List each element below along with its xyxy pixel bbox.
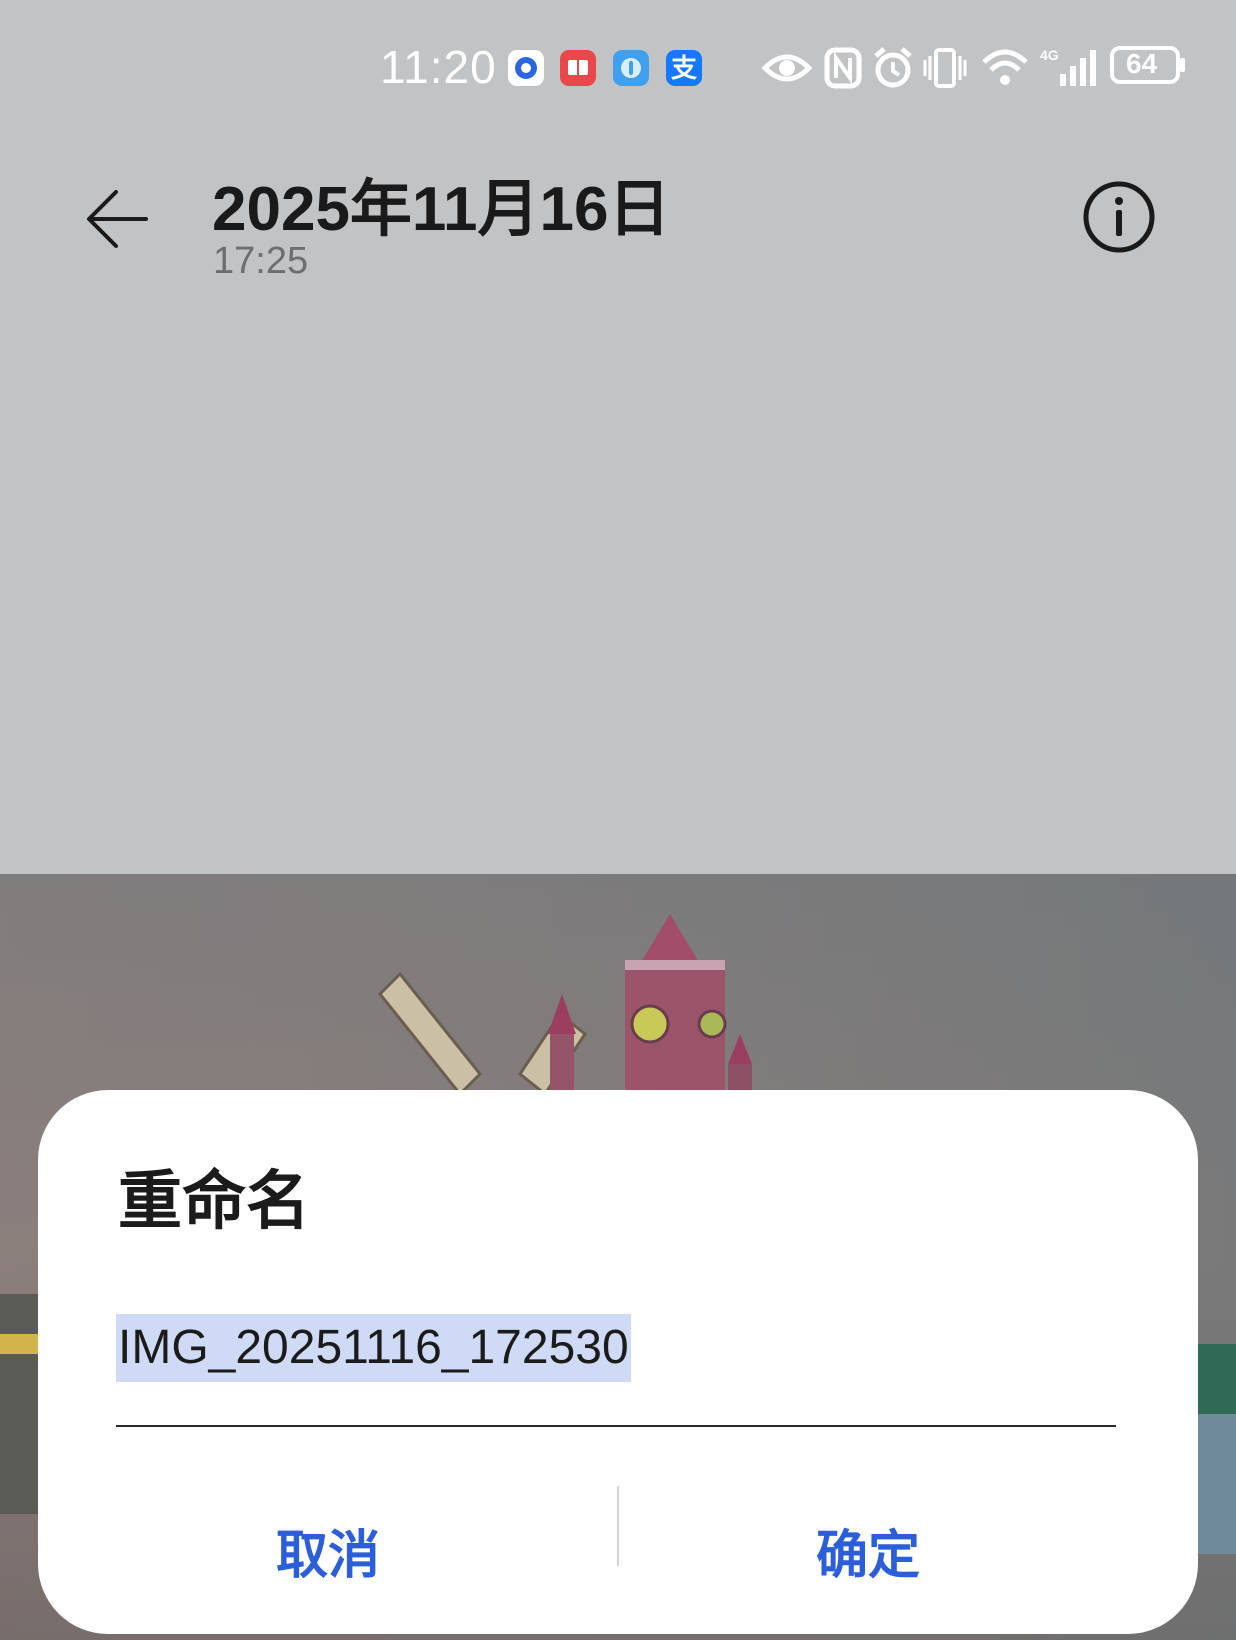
location-app-icon <box>508 50 544 86</box>
confirm-button[interactable]: 确定 <box>618 1490 1118 1610</box>
input-underline <box>116 1425 1116 1427</box>
info-icon <box>1083 181 1155 253</box>
back-arrow-icon <box>87 190 148 248</box>
status-bar: 11:20 支 4G 64 <box>0 0 1236 140</box>
svg-text:4G: 4G <box>1040 47 1059 63</box>
battery-icon: 64 <box>1110 46 1186 84</box>
eye-icon <box>761 46 813 95</box>
reader-app-icon <box>560 50 596 86</box>
battery-level: 64 <box>1126 48 1158 79</box>
wifi-icon <box>980 46 1030 95</box>
alarm-icon <box>872 46 914 95</box>
filename-input[interactable]: IMG_20251116_172530 <box>116 1314 1116 1404</box>
alipay-icon: 支 <box>666 50 702 86</box>
cancel-button[interactable]: 取消 <box>78 1490 578 1610</box>
nfc-icon <box>824 46 862 95</box>
music-app-icon <box>613 50 649 86</box>
page-subtitle: 17:25 <box>213 240 309 282</box>
photo-header: 2025年11月16日 17:25 <box>0 140 1236 310</box>
rename-dialog: 重命名 IMG_20251116_172530 取消 确定 <box>38 1090 1198 1634</box>
page-title: 2025年11月16日 <box>212 175 671 244</box>
status-time: 11:20 <box>380 41 497 93</box>
filename-selected-text: IMG_20251116_172530 <box>116 1314 631 1382</box>
back-button[interactable] <box>80 182 154 256</box>
vibrate-icon <box>922 46 968 95</box>
info-button[interactable] <box>1082 180 1156 254</box>
cell-signal-icon: 4G <box>1040 46 1100 95</box>
dialog-title: 重命名 <box>118 1165 310 1237</box>
